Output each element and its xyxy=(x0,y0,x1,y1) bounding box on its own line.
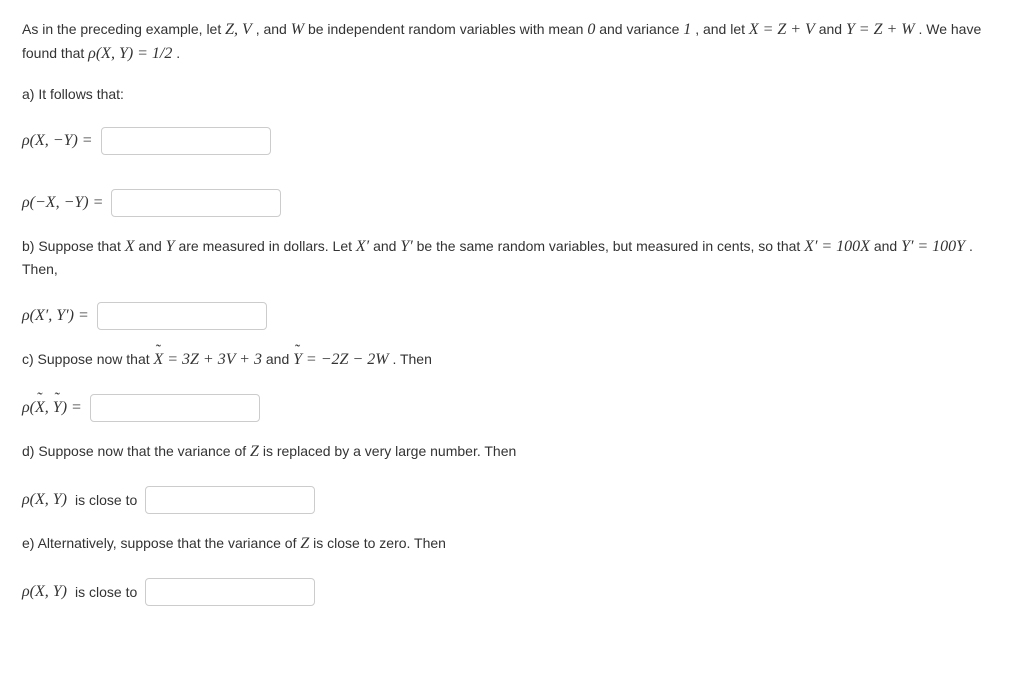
c-rhs1: 3Z + 3V + 3 xyxy=(182,351,262,368)
intro-mid1: be independent random variables with mea… xyxy=(308,21,587,37)
rho-negx-negy-label: ρ(−X, −Y) = xyxy=(22,191,103,215)
answer-input-b[interactable] xyxy=(97,302,267,330)
b-eq1-rhs: 100X xyxy=(836,238,870,255)
answer-input-a1[interactable] xyxy=(101,127,271,155)
part-b-paragraph: b) Suppose that X and Y are measured in … xyxy=(22,235,1002,280)
e-close: is close to xyxy=(75,582,137,603)
e-rho: ρ(X, Y) xyxy=(22,580,67,604)
var-w: W xyxy=(291,21,304,38)
part-b-row: ρ(X′, Y′) = xyxy=(22,302,1002,330)
b-eq2-lhs: Y′ xyxy=(901,238,913,255)
rho-x-negy-label: ρ(X, −Y) = xyxy=(22,129,93,153)
period: . xyxy=(176,45,180,61)
c-and: and xyxy=(266,351,293,367)
equals: = xyxy=(859,21,874,38)
d-post: is replaced by a very large number. Then xyxy=(263,443,516,459)
intro-mid3: , and let xyxy=(695,21,749,37)
equals: = xyxy=(821,238,836,255)
eq-y-rhs: Z + W xyxy=(874,21,915,38)
equals: = xyxy=(137,45,152,62)
c-rhs2: −2Z − 2W xyxy=(321,351,389,368)
c-ytilde2: Y xyxy=(53,396,62,420)
zero: 0 xyxy=(587,21,595,38)
b-eq2-rhs: 100Y xyxy=(932,238,965,255)
part-a-row-1: ρ(X, −Y) = xyxy=(22,127,1002,155)
c-ytilde: Y xyxy=(293,348,302,372)
c-xtilde2: X xyxy=(35,396,45,420)
rho-close: ) = xyxy=(62,399,82,416)
part-c-paragraph: c) Suppose now that X = 3Z + 3V + 3 and … xyxy=(22,348,1002,372)
equals: = xyxy=(763,21,778,38)
intro-and2: and xyxy=(819,21,846,37)
part-c-row: ρ(X, Y) = xyxy=(22,394,1002,422)
rho-mid: , xyxy=(45,399,53,416)
b-mid1: are measured in dollars. Let xyxy=(178,238,355,254)
part-d-row: ρ(X, Y) is close to xyxy=(22,486,1002,514)
part-d-paragraph: d) Suppose now that the variance of Z is… xyxy=(22,440,1002,464)
answer-input-c[interactable] xyxy=(90,394,260,422)
equals: = xyxy=(306,351,321,368)
one: 1 xyxy=(683,21,691,38)
e-pre: e) Alternatively, suppose that the varia… xyxy=(22,535,300,551)
d-z: Z xyxy=(250,443,259,460)
b-xp: X′ xyxy=(356,238,369,255)
eq-x-rhs: Z + V xyxy=(777,21,814,38)
vars-zv: Z, V xyxy=(225,21,252,38)
e-z: Z xyxy=(300,535,309,552)
rho-open: ρ( xyxy=(22,399,35,416)
answer-input-d[interactable] xyxy=(145,486,315,514)
answer-input-a2[interactable] xyxy=(111,189,281,217)
intro-and1: , and xyxy=(256,21,291,37)
d-pre: d) Suppose now that the variance of xyxy=(22,443,250,459)
e-post: is close to zero. Then xyxy=(313,535,446,551)
intro-text: As in the preceding example, let xyxy=(22,21,225,37)
rho-xp-yp-label: ρ(X′, Y′) = xyxy=(22,304,89,328)
answer-input-e[interactable] xyxy=(145,578,315,606)
intro-paragraph: As in the preceding example, let Z, V , … xyxy=(22,18,1002,66)
c-pre: c) Suppose now that xyxy=(22,351,154,367)
part-e-paragraph: e) Alternatively, suppose that the varia… xyxy=(22,532,1002,556)
b-y: Y xyxy=(166,238,175,255)
d-close: is close to xyxy=(75,490,137,511)
b-eq1-lhs: X′ xyxy=(804,238,817,255)
b-and2: and xyxy=(373,238,400,254)
part-e-row: ρ(X, Y) is close to xyxy=(22,578,1002,606)
intro-mid2: and variance xyxy=(599,21,683,37)
b-and3: and xyxy=(874,238,901,254)
half: 1/2 xyxy=(152,45,172,62)
b-mid2: be the same random variables, but measur… xyxy=(417,238,805,254)
b-x: X xyxy=(125,238,135,255)
rho-tilde-label: ρ(X, Y) = xyxy=(22,396,82,420)
eq-y-lhs: Y xyxy=(846,21,855,38)
rho-xy: ρ(X, Y) xyxy=(88,45,133,62)
c-xtilde: X xyxy=(154,348,164,372)
part-a-row-2: ρ(−X, −Y) = xyxy=(22,189,1002,217)
equals: = xyxy=(917,238,932,255)
b-pre: b) Suppose that xyxy=(22,238,125,254)
b-and1: and xyxy=(138,238,165,254)
part-a-prompt: a) It follows that: xyxy=(22,84,1002,105)
d-rho: ρ(X, Y) xyxy=(22,488,67,512)
equals: = xyxy=(167,351,182,368)
b-yp: Y′ xyxy=(400,238,412,255)
c-then: . Then xyxy=(392,351,431,367)
eq-x-lhs: X xyxy=(749,21,759,38)
